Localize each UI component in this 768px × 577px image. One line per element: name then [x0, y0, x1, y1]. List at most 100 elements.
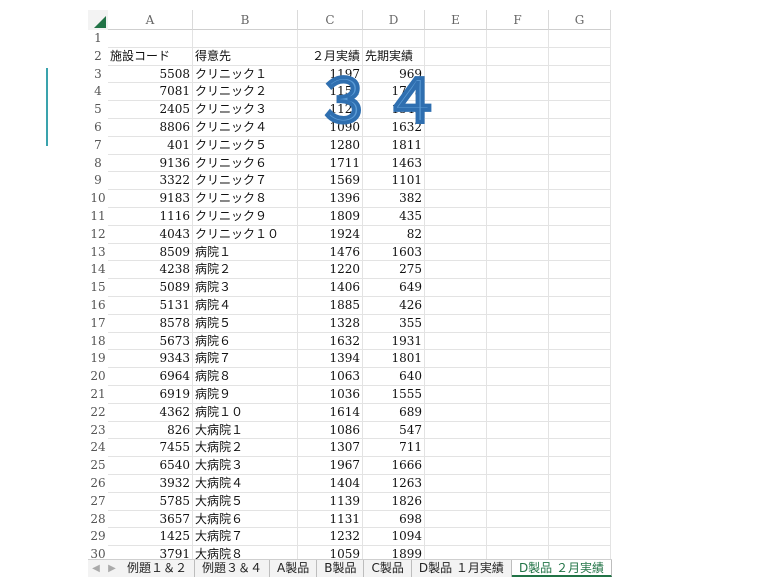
- sheet-tab[interactable]: C製品: [364, 560, 412, 577]
- cell-b[interactable]: 病院３: [193, 279, 298, 297]
- row-header[interactable]: 17: [88, 315, 108, 333]
- column-header-a[interactable]: A: [108, 10, 193, 30]
- cell-g[interactable]: [549, 457, 611, 475]
- cell-d[interactable]: 275: [363, 261, 425, 280]
- cell-g[interactable]: [549, 243, 611, 262]
- row-header[interactable]: 8: [88, 155, 108, 173]
- cell-b[interactable]: 病院５: [193, 314, 298, 333]
- cell-e[interactable]: [425, 207, 487, 226]
- cell-e[interactable]: [425, 474, 487, 493]
- row-header[interactable]: 9: [88, 172, 108, 190]
- cell-a[interactable]: 8806: [108, 118, 193, 137]
- sheet-tab[interactable]: D製品 １月実績: [412, 560, 512, 577]
- cell-a[interactable]: 826: [108, 421, 193, 440]
- row-header[interactable]: 14: [88, 261, 108, 279]
- cell-g[interactable]: [549, 403, 611, 422]
- cell-d[interactable]: 698: [363, 510, 425, 529]
- row-header[interactable]: 7: [88, 137, 108, 155]
- cell-e[interactable]: [425, 30, 487, 48]
- tab-scroll-right-icon[interactable]: ▶: [108, 563, 116, 574]
- cell-b[interactable]: クリニック５: [193, 136, 298, 155]
- cell-d[interactable]: [363, 30, 425, 48]
- cell-a[interactable]: 7455: [108, 439, 193, 458]
- cell-d[interactable]: 649: [363, 279, 425, 297]
- cell-b[interactable]: クリニック８: [193, 190, 298, 208]
- column-header-b[interactable]: B: [193, 10, 298, 30]
- cell-f[interactable]: [487, 385, 549, 404]
- cell-b[interactable]: クリニック９: [193, 207, 298, 226]
- cell-d[interactable]: 1555: [363, 385, 425, 404]
- cell-f[interactable]: [487, 101, 549, 119]
- cell-c[interactable]: 1394: [298, 350, 363, 369]
- cell-b[interactable]: [193, 30, 298, 48]
- cell-c[interactable]: 1131: [298, 510, 363, 529]
- cell-e[interactable]: [425, 403, 487, 422]
- cell-c[interactable]: 1220: [298, 261, 363, 280]
- cell-a[interactable]: 6919: [108, 385, 193, 404]
- cell-c[interactable]: 1232: [298, 528, 363, 547]
- cell-c[interactable]: 1036: [298, 385, 363, 404]
- cell-g[interactable]: [549, 136, 611, 155]
- cell-f[interactable]: [487, 403, 549, 422]
- cell-f[interactable]: [487, 421, 549, 440]
- cell-b[interactable]: クリニック６: [193, 154, 298, 173]
- row-header[interactable]: 2: [88, 48, 108, 66]
- cell-f[interactable]: [487, 65, 549, 84]
- cell-c[interactable]: 1924: [298, 225, 363, 244]
- cell-f[interactable]: [487, 261, 549, 280]
- row-header[interactable]: 3: [88, 66, 108, 84]
- cell-f[interactable]: [487, 474, 549, 493]
- column-header-e[interactable]: E: [425, 10, 487, 30]
- row-header[interactable]: 5: [88, 101, 108, 119]
- cell-c[interactable]: 1967: [298, 457, 363, 475]
- tab-scroll-left-icon[interactable]: ◀: [92, 563, 100, 574]
- cell-g[interactable]: [549, 296, 611, 315]
- cell-a[interactable]: [108, 30, 193, 48]
- cell-a[interactable]: 1425: [108, 528, 193, 547]
- row-header[interactable]: 27: [88, 493, 108, 511]
- cell-g[interactable]: [549, 225, 611, 244]
- row-header[interactable]: 4: [88, 83, 108, 101]
- sheet-tab[interactable]: 例題１＆２: [120, 560, 196, 577]
- cell-b[interactable]: クリニック３: [193, 101, 298, 119]
- row-header[interactable]: 20: [88, 368, 108, 386]
- cell-f[interactable]: [487, 225, 549, 244]
- cell-g[interactable]: [549, 528, 611, 547]
- cell-c[interactable]: 1632: [298, 332, 363, 351]
- cell-g[interactable]: [549, 439, 611, 458]
- cell-d[interactable]: 640: [363, 368, 425, 386]
- cell-f[interactable]: [487, 492, 549, 511]
- column-header-g[interactable]: G: [549, 10, 611, 30]
- cell-e[interactable]: [425, 385, 487, 404]
- row-header[interactable]: 1: [88, 30, 108, 48]
- cell-e[interactable]: [425, 296, 487, 315]
- cell-b[interactable]: クリニック１: [193, 65, 298, 84]
- cell-d[interactable]: 689: [363, 403, 425, 422]
- cell-g[interactable]: [549, 190, 611, 208]
- cell-g[interactable]: [549, 65, 611, 84]
- cell-a[interactable]: 3657: [108, 510, 193, 529]
- cell-b[interactable]: 病院４: [193, 296, 298, 315]
- cell-e[interactable]: [425, 279, 487, 297]
- cell-c[interactable]: 1086: [298, 421, 363, 440]
- cell-e[interactable]: [425, 47, 487, 66]
- cell-d[interactable]: 1826: [363, 492, 425, 511]
- cell-f[interactable]: [487, 154, 549, 173]
- cell-f[interactable]: [487, 296, 549, 315]
- cell-c[interactable]: 1307: [298, 439, 363, 458]
- column-header-f[interactable]: F: [487, 10, 549, 30]
- cell-c[interactable]: 1406: [298, 279, 363, 297]
- cell-d[interactable]: 1603: [363, 243, 425, 262]
- cell-a[interactable]: 5131: [108, 296, 193, 315]
- cell-f[interactable]: [487, 47, 549, 66]
- cell-e[interactable]: [425, 136, 487, 155]
- cell-a[interactable]: 5673: [108, 332, 193, 351]
- cell-c[interactable]: ２月実績: [298, 47, 363, 66]
- row-header[interactable]: 23: [88, 422, 108, 440]
- cell-a[interactable]: 8578: [108, 314, 193, 333]
- cell-a[interactable]: 7081: [108, 83, 193, 102]
- cell-g[interactable]: [549, 350, 611, 369]
- row-header[interactable]: 29: [88, 528, 108, 546]
- cell-e[interactable]: [425, 510, 487, 529]
- cell-f[interactable]: [487, 368, 549, 386]
